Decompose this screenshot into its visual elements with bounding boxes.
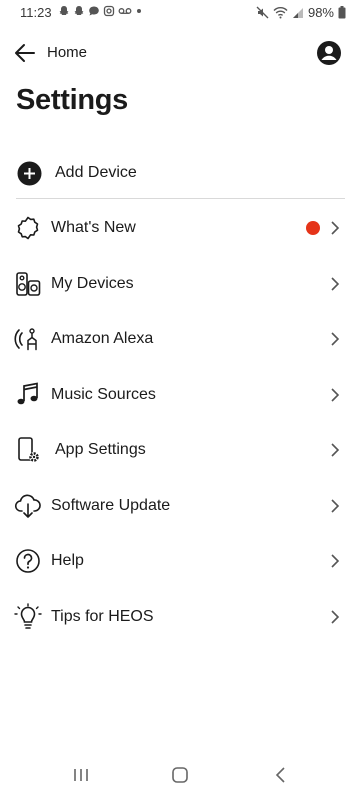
back-home-link[interactable]: Home <box>47 44 87 61</box>
mute-icon <box>256 6 269 19</box>
chevron-right-icon <box>331 554 340 568</box>
menu-item-label: What's New <box>51 219 136 236</box>
add-device-label: Add Device <box>55 164 137 181</box>
chevron-right-icon <box>331 387 340 402</box>
wifi-icon <box>273 7 288 19</box>
system-status: 98% <box>256 5 346 20</box>
menu-item-label: My Devices <box>51 274 134 292</box>
notification-icons <box>58 5 143 17</box>
account-icon[interactable] <box>316 40 342 66</box>
menu-item-software-update[interactable]: Software Update <box>0 478 360 534</box>
chevron-right-icon <box>331 498 340 513</box>
divider <box>16 198 345 199</box>
lightbulb-icon <box>14 602 42 629</box>
snapchat-icon <box>59 6 69 15</box>
chevron-right-icon <box>331 276 340 291</box>
menu-item-amazon-alexa[interactable]: Amazon Alexa <box>0 311 360 367</box>
battery-icon <box>338 6 346 19</box>
menu-item-help[interactable]: Help <box>0 533 360 589</box>
menu-item-label: Help <box>51 552 84 569</box>
back-nav-icon[interactable] <box>274 767 288 783</box>
menu-item-whats-new[interactable]: What's New <box>0 200 360 256</box>
phone-gear-icon <box>18 437 39 462</box>
music-note-icon <box>17 381 38 404</box>
page-title: Settings <box>16 84 128 116</box>
badge-icon <box>17 216 39 240</box>
instagram-icon <box>103 5 115 17</box>
system-nav-bar <box>0 752 360 800</box>
status-bar: 11:23 98% <box>0 0 360 28</box>
menu-item-label: App Settings <box>55 441 146 458</box>
menu-item-my-devices[interactable]: My Devices <box>0 256 360 312</box>
snapchat-icon <box>74 6 84 15</box>
menu-item-label: Music Sources <box>51 385 156 403</box>
cloud-download-icon <box>14 494 41 518</box>
menu-item-label: Tips for HEOS <box>51 607 154 625</box>
menu-item-music-sources[interactable]: Music Sources <box>0 367 360 423</box>
menu-item-tips[interactable]: Tips for HEOS <box>0 589 360 645</box>
speakers-icon <box>16 271 41 296</box>
menu-item-label: Amazon Alexa <box>51 330 154 347</box>
add-device-button[interactable]: Add Device <box>0 150 360 196</box>
alexa-icon <box>14 328 37 351</box>
signal-icon <box>292 8 303 18</box>
plus-circle-icon <box>17 161 42 186</box>
voicemail-icon <box>118 8 132 14</box>
chat-icon <box>89 6 99 16</box>
recents-icon[interactable] <box>72 767 90 783</box>
menu-item-app-settings[interactable]: App Settings <box>0 422 360 478</box>
home-button-icon[interactable] <box>171 767 189 783</box>
notification-badge <box>306 221 320 235</box>
app-header: Home <box>0 32 360 74</box>
help-icon <box>16 549 40 573</box>
back-arrow-icon[interactable] <box>12 41 38 65</box>
chevron-right-icon <box>331 443 340 457</box>
menu-item-label: Software Update <box>51 496 171 514</box>
settings-menu: What's New My Devices Amazon Alexa Music… <box>0 200 360 644</box>
status-time: 11:23 <box>20 5 52 20</box>
chevron-right-icon <box>331 221 340 235</box>
dot-icon <box>137 9 141 13</box>
chevron-right-icon <box>331 609 340 624</box>
chevron-right-icon <box>331 332 340 346</box>
battery-percent: 98% <box>307 5 334 20</box>
